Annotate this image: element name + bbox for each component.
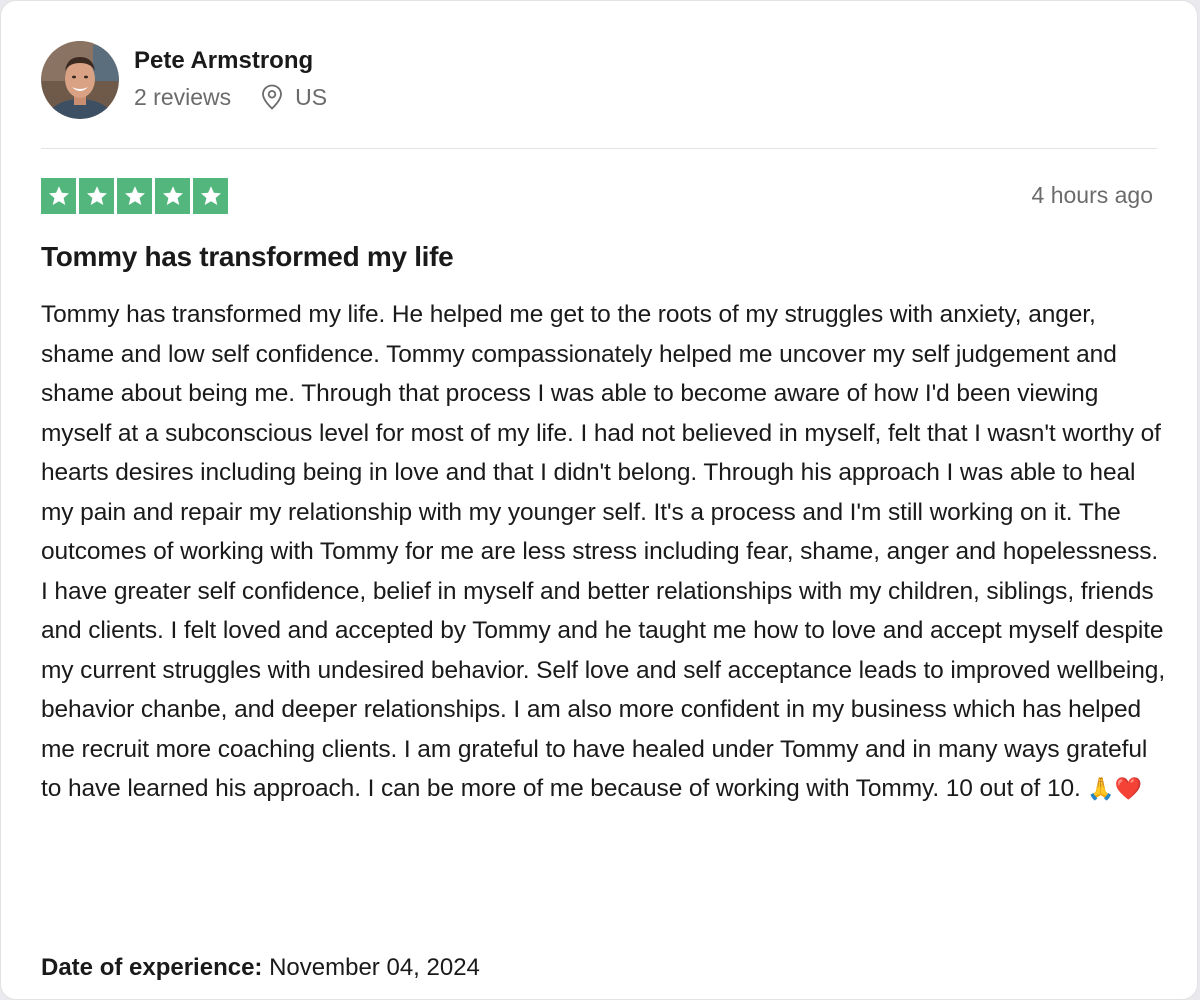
star-icon [79, 178, 114, 214]
star-icon [193, 178, 228, 214]
divider [41, 148, 1157, 149]
review-title[interactable]: Tommy has transformed my life [41, 241, 454, 273]
star-rating [41, 178, 228, 214]
star-icon [41, 178, 76, 214]
review-body-text: Tommy has transformed my life. He helped… [41, 301, 1166, 802]
review-time: 4 hours ago [1031, 182, 1153, 208]
star-icon [155, 178, 190, 214]
date-of-experience: Date of experience: November 04, 2024 [41, 954, 480, 982]
reviewer-location: US [261, 84, 327, 111]
location-pin-icon [262, 84, 283, 110]
review-emoji: 🙏❤️ [1087, 776, 1143, 801]
review-body: Tommy has transformed my life. He helped… [41, 295, 1166, 809]
review-card: Pete Armstrong 2 reviews US 4 hours ago … [0, 0, 1198, 1000]
reviewer-sub-info: 2 reviews US [134, 84, 327, 111]
location-text: US [295, 83, 328, 110]
reviewer-header: Pete Armstrong 2 reviews US [41, 41, 327, 119]
date-value: November 04, 2024 [269, 954, 480, 981]
reviewer-meta: Pete Armstrong 2 reviews US [134, 47, 327, 111]
avatar-photo [41, 41, 119, 119]
avatar[interactable] [41, 41, 119, 119]
star-icon [117, 178, 152, 214]
date-label: Date of experience: [41, 954, 263, 981]
reviewer-name[interactable]: Pete Armstrong [134, 46, 327, 76]
reviews-count: 2 reviews [134, 83, 232, 110]
